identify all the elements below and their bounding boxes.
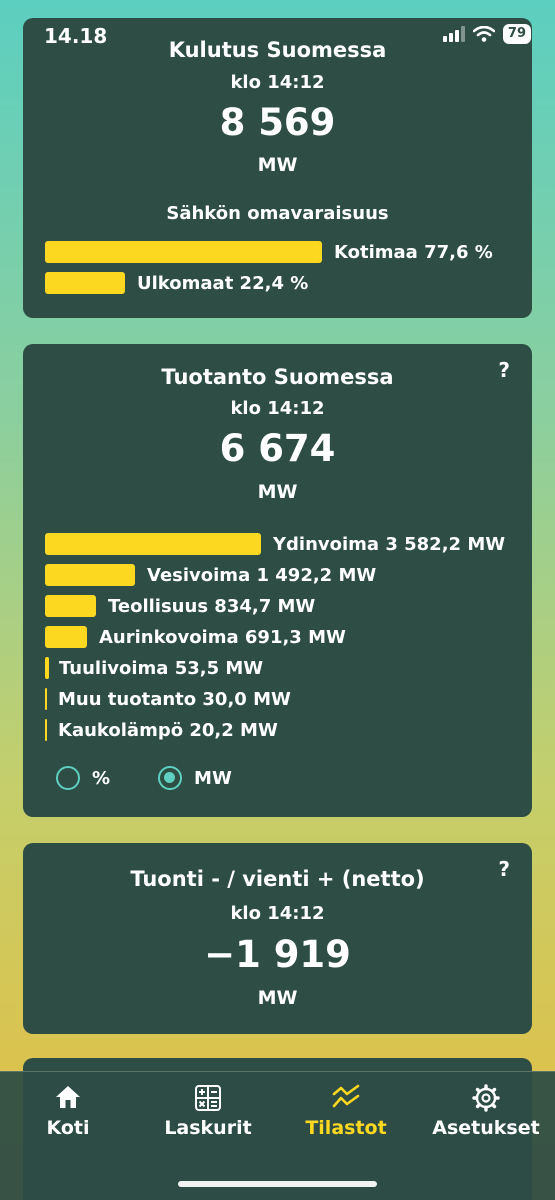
chart-icon bbox=[332, 1084, 360, 1108]
production-row: Vesivoima 1 492,2 MW bbox=[45, 563, 376, 587]
home-indicator bbox=[178, 1181, 377, 1187]
gear-icon bbox=[472, 1084, 500, 1112]
radio-percent-label[interactable]: % bbox=[92, 768, 110, 789]
bar-label: Kaukolämpö 20,2 MW bbox=[58, 719, 278, 741]
consumption-value: 8 569 bbox=[219, 101, 336, 144]
self-sufficiency-row: Ulkomaat 22,4 % bbox=[45, 271, 308, 295]
production-row: Kaukolämpö 20,2 MW bbox=[45, 718, 278, 742]
production-row: Aurinkovoima 691,3 MW bbox=[45, 625, 346, 649]
status-icons: 79 bbox=[442, 24, 531, 44]
bar bbox=[45, 688, 47, 710]
production-row: Muu tuotanto 30,0 MW bbox=[45, 687, 291, 711]
import-export-card: ? Tuonti - / vienti + (netto) klo 14:12 … bbox=[23, 843, 532, 1034]
signal-icon bbox=[442, 26, 465, 42]
wifi-icon bbox=[472, 26, 495, 42]
consumption-time: klo 14:12 bbox=[230, 72, 325, 93]
bar bbox=[45, 564, 135, 586]
production-row: Teollisuus 834,7 MW bbox=[45, 594, 315, 618]
bar bbox=[45, 241, 322, 263]
bar bbox=[45, 533, 261, 555]
bar bbox=[45, 272, 125, 294]
production-row: Ydinvoima 3 582,2 MW bbox=[45, 532, 505, 556]
calculator-icon bbox=[195, 1085, 221, 1111]
bar-label: Kotimaa 77,6 % bbox=[334, 241, 493, 263]
bar-label: Aurinkovoima 691,3 MW bbox=[99, 626, 346, 648]
bar-label: Ulkomaat 22,4 % bbox=[137, 272, 309, 294]
unit-selector: % MW bbox=[56, 766, 232, 790]
production-unit: MW bbox=[257, 481, 298, 503]
consumption-card: Kulutus Suomessa klo 14:12 8 569 MW Sähk… bbox=[23, 18, 532, 318]
production-time: klo 14:12 bbox=[230, 398, 325, 419]
home-icon bbox=[56, 1086, 80, 1108]
tab-label: Laskurit bbox=[164, 1117, 252, 1139]
production-value: 6 674 bbox=[219, 427, 336, 470]
self-sufficiency-row: Kotimaa 77,6 % bbox=[45, 240, 493, 264]
bar bbox=[45, 626, 87, 648]
tab-label: Koti bbox=[46, 1117, 90, 1139]
bar bbox=[45, 657, 49, 679]
bar-label: Muu tuotanto 30,0 MW bbox=[58, 688, 291, 710]
bar bbox=[45, 595, 96, 617]
bar-label: Ydinvoima 3 582,2 MW bbox=[273, 533, 506, 555]
radio-mw-label[interactable]: MW bbox=[194, 768, 232, 789]
import-export-unit: MW bbox=[257, 987, 298, 1009]
self-sufficiency-title: Sähkön omavaraisuus bbox=[166, 203, 389, 224]
bar-label: Teollisuus 834,7 MW bbox=[108, 595, 316, 617]
production-title: Tuotanto Suomessa bbox=[161, 365, 394, 389]
consumption-unit: MW bbox=[257, 154, 298, 176]
tab-asetukset[interactable]: Asetukset bbox=[428, 1072, 544, 1162]
status-bar: 14.18 79 bbox=[0, 0, 555, 60]
bar-label: Vesivoima 1 492,2 MW bbox=[147, 564, 377, 586]
import-export-title: Tuonti - / vienti + (netto) bbox=[130, 867, 425, 891]
production-card: ? Tuotanto Suomessa klo 14:12 6 674 MW Y… bbox=[23, 344, 532, 817]
tab-label: Tilastot bbox=[305, 1117, 387, 1139]
import-export-value: −1 919 bbox=[204, 933, 351, 976]
radio-percent[interactable] bbox=[56, 766, 80, 790]
production-row: Tuulivoima 53,5 MW bbox=[45, 656, 263, 680]
tab-koti[interactable]: Koti bbox=[18, 1072, 118, 1162]
battery-indicator: 79 bbox=[502, 24, 531, 44]
import-export-time: klo 14:12 bbox=[230, 903, 325, 924]
status-time: 14.18 bbox=[44, 24, 108, 48]
tab-laskurit[interactable]: Laskurit bbox=[158, 1072, 258, 1162]
tab-label: Asetukset bbox=[432, 1117, 540, 1139]
bar-label: Tuulivoima 53,5 MW bbox=[59, 657, 264, 679]
tab-tilastot[interactable]: Tilastot bbox=[296, 1072, 396, 1162]
bar bbox=[45, 719, 47, 741]
radio-mw[interactable] bbox=[158, 766, 183, 790]
